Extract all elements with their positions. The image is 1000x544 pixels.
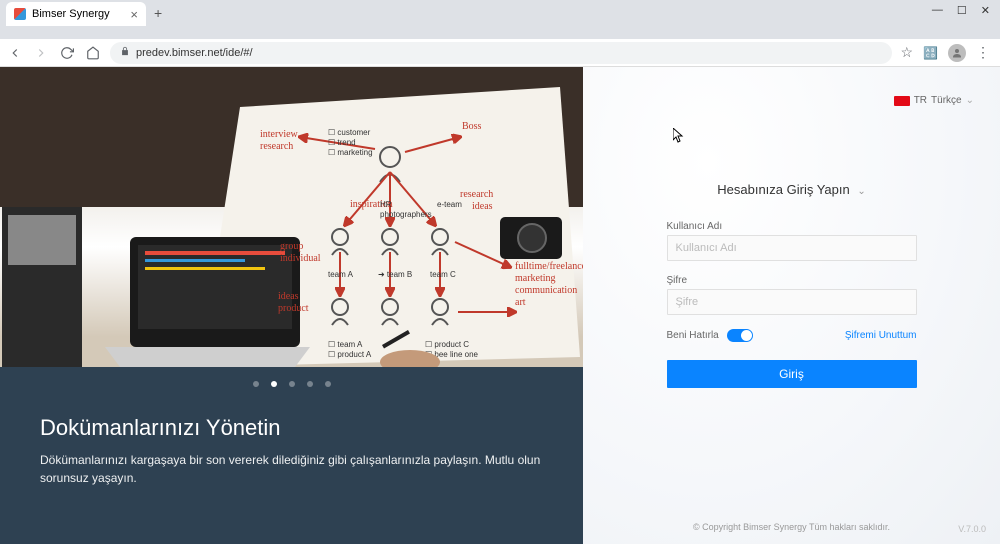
- svg-text:HR: HR: [380, 200, 392, 209]
- hero-subtitle: Dökümanlarınızı kargaşaya bir son verere…: [40, 451, 543, 487]
- svg-text:team C: team C: [430, 270, 456, 279]
- svg-text:marketing: marketing: [515, 273, 556, 284]
- hero-image: interview research Boss research ideas g…: [0, 67, 583, 367]
- svg-text:e-team: e-team: [437, 200, 462, 209]
- url-text: predev.bimser.net/ide/#/: [136, 47, 253, 59]
- password-input[interactable]: [667, 289, 917, 315]
- window-controls: — ☐ ✕: [932, 0, 1000, 17]
- svg-text:☐ product C: ☐ product C: [425, 340, 469, 349]
- version-text: V.7.0.0: [958, 524, 986, 534]
- hero-caption: Dokümanlarınızı Yönetin Dökümanlarınızı …: [0, 401, 583, 501]
- footer: © Copyright Bimser Synergy Tüm hakları s…: [583, 522, 1000, 544]
- svg-text:photographers: photographers: [380, 210, 432, 219]
- tab-bar: Bimser Synergy × + — ☐ ✕: [0, 0, 1000, 26]
- username-label: Kullanıcı Adı: [667, 221, 917, 232]
- svg-text:☐ team A: ☐ team A: [328, 340, 363, 349]
- favicon: [14, 8, 26, 20]
- login-panel: TR Türkçe ⌄ Hesabınıza Giriş Yapın ⌄ Kul…: [583, 67, 1000, 544]
- close-tab-icon[interactable]: ×: [130, 7, 138, 22]
- remember-label: Beni Hatırla: [667, 330, 719, 341]
- forgot-password-link[interactable]: Şifremi Unuttum: [845, 330, 917, 341]
- lang-label: Türkçe: [931, 95, 962, 106]
- username-input[interactable]: [667, 235, 917, 261]
- remember-toggle[interactable]: [727, 329, 753, 342]
- remember-me: Beni Hatırla: [667, 329, 753, 342]
- tab-title: Bimser Synergy: [32, 8, 110, 20]
- svg-text:☐ product A: ☐ product A: [328, 350, 372, 359]
- profile-icon[interactable]: [948, 44, 966, 62]
- svg-text:interview: interview: [260, 129, 299, 140]
- forward-button[interactable]: [32, 44, 50, 62]
- login-button[interactable]: Giriş: [667, 360, 917, 388]
- dot-3[interactable]: [307, 381, 313, 387]
- svg-text:group: group: [280, 241, 303, 252]
- svg-text:Boss: Boss: [462, 121, 482, 132]
- svg-text:➜ team B: ➜ team B: [378, 270, 412, 279]
- login-heading[interactable]: Hesabınıza Giriş Yapın ⌄: [667, 182, 917, 197]
- home-button[interactable]: [84, 44, 102, 62]
- carousel-dots: [0, 367, 583, 401]
- minimize-button[interactable]: —: [932, 4, 943, 17]
- back-button[interactable]: [6, 44, 24, 62]
- dot-2[interactable]: [289, 381, 295, 387]
- login-form: Hesabınıza Giriş Yapın ⌄ Kullanıcı Adı Ş…: [667, 182, 917, 388]
- browser-chrome: Bimser Synergy × + — ☐ ✕: [0, 0, 1000, 39]
- svg-text:☐ marketing: ☐ marketing: [328, 148, 373, 157]
- svg-text:individual: individual: [280, 253, 321, 264]
- svg-text:ideas: ideas: [278, 291, 299, 302]
- svg-text:team A: team A: [328, 270, 354, 279]
- chevron-down-icon: ⌄: [966, 95, 974, 106]
- flag-icon: [894, 96, 910, 106]
- chevron-down-icon: ⌄: [857, 186, 865, 197]
- svg-text:communication: communication: [515, 285, 577, 296]
- svg-text:fulltime/freelance: fulltime/freelance: [515, 261, 583, 272]
- dot-4[interactable]: [325, 381, 331, 387]
- lang-code: TR: [914, 95, 927, 106]
- svg-text:art: art: [515, 297, 526, 308]
- address-bar: predev.bimser.net/ide/#/ ☆ 🔠 ⋮: [0, 39, 1000, 67]
- translate-icon[interactable]: 🔠: [923, 46, 938, 60]
- new-tab-button[interactable]: +: [154, 5, 162, 21]
- svg-text:research: research: [460, 189, 493, 200]
- reload-button[interactable]: [58, 44, 76, 62]
- password-label: Şifre: [667, 275, 917, 286]
- dot-0[interactable]: [253, 381, 259, 387]
- menu-icon[interactable]: ⋮: [976, 44, 990, 61]
- svg-text:ideas: ideas: [472, 201, 493, 212]
- url-field[interactable]: predev.bimser.net/ide/#/: [110, 42, 892, 64]
- lock-icon: [120, 46, 130, 59]
- hero-panel: interview research Boss research ideas g…: [0, 67, 583, 544]
- svg-text:☐ customer: ☐ customer: [328, 128, 371, 137]
- browser-tab[interactable]: Bimser Synergy ×: [6, 2, 146, 26]
- close-window-button[interactable]: ✕: [981, 4, 990, 17]
- svg-text:product: product: [278, 303, 309, 314]
- maximize-button[interactable]: ☐: [957, 4, 967, 17]
- dot-1[interactable]: [271, 381, 277, 387]
- svg-text:research: research: [260, 141, 293, 152]
- language-picker[interactable]: TR Türkçe ⌄: [894, 95, 974, 106]
- hero-title: Dokümanlarınızı Yönetin: [40, 415, 543, 441]
- copyright-text: © Copyright Bimser Synergy Tüm hakları s…: [693, 522, 890, 532]
- svg-text:☐ trend: ☐ trend: [328, 138, 356, 147]
- star-icon[interactable]: ☆: [900, 44, 913, 61]
